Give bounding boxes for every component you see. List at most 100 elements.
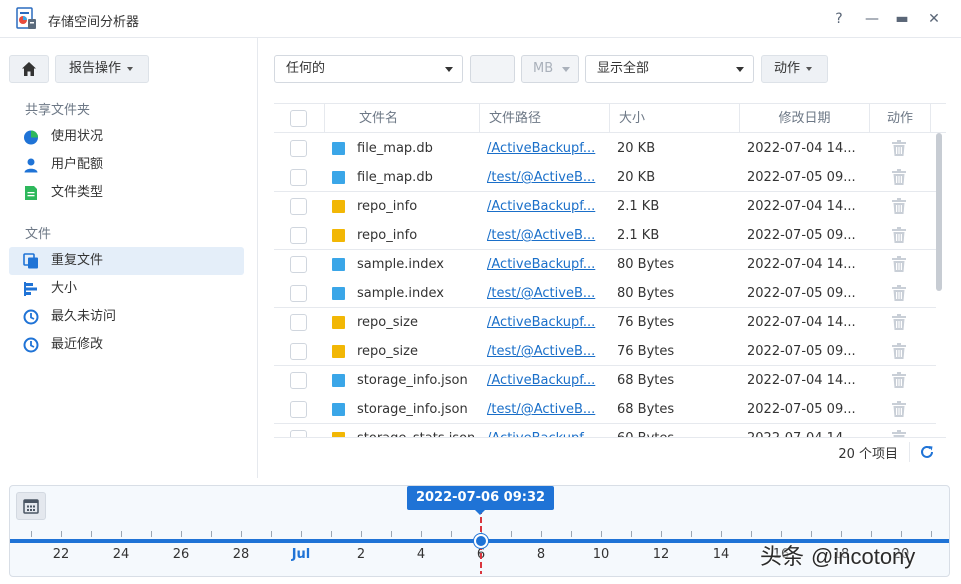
sidebar-item-user-quota[interactable]: 用户配额	[9, 151, 244, 179]
timeline-tick	[721, 531, 722, 537]
row-checkbox[interactable]	[290, 140, 307, 157]
home-icon	[22, 62, 36, 76]
file-path-link[interactable]: /ActiveBackupf...	[487, 250, 602, 279]
display-select[interactable]: 显示全部	[585, 55, 754, 83]
sidebar-item-usage[interactable]: 使用状况	[9, 123, 244, 151]
trash-icon[interactable]	[892, 140, 906, 156]
calendar-button[interactable]	[16, 492, 46, 520]
pie-chart-icon	[24, 130, 38, 145]
table-row[interactable]: repo_info/ActiveBackupf... 2.1 KB 2022-07-…	[274, 192, 936, 221]
trash-icon[interactable]	[892, 314, 906, 330]
display-select-value: 显示全部	[597, 61, 650, 76]
report-actions-button[interactable]: 报告操作	[55, 55, 149, 83]
row-checkbox[interactable]	[290, 430, 307, 437]
modified-date: 2022-07-05 09...	[747, 286, 856, 301]
sidebar-item-duplicate-files[interactable]: 重复文件	[9, 247, 244, 275]
file-name: file_map.db	[357, 141, 433, 156]
timeline-tick	[661, 531, 662, 537]
file-path-link[interactable]: /ActiveBackupf...	[487, 366, 602, 395]
table-row[interactable]: storage_info.json/test/@ActiveB... 68 Byt…	[274, 395, 936, 424]
select-all-checkbox[interactable]	[290, 110, 307, 127]
timeline-tick-label: 4	[416, 547, 426, 562]
table-row[interactable]: repo_size/test/@ActiveB... 76 Bytes 2022-0…	[274, 337, 936, 366]
trash-icon[interactable]	[892, 285, 906, 301]
size-input[interactable]	[470, 55, 515, 83]
file-path-link[interactable]: /test/@ActiveB...	[487, 221, 602, 250]
help-button[interactable]: ?	[829, 9, 849, 29]
trash-icon[interactable]	[892, 256, 906, 272]
row-checkbox[interactable]	[290, 256, 307, 273]
item-count: 20 个项目	[838, 447, 898, 462]
refresh-icon[interactable]	[918, 443, 936, 461]
table-row[interactable]: file_map.db/test/@ActiveB... 20 KB 2022-07…	[274, 163, 936, 192]
row-checkbox[interactable]	[290, 169, 307, 186]
window-title: 存储空间分析器	[48, 15, 140, 30]
minimize-button[interactable]: —	[862, 9, 882, 29]
sidebar-item-least-accessed[interactable]: 最久未访问	[9, 303, 244, 331]
trash-icon[interactable]	[892, 401, 906, 417]
file-name: storage_stats.json	[357, 424, 477, 437]
watermark-handle: @incotony	[811, 544, 916, 569]
row-checkbox[interactable]	[290, 314, 307, 331]
row-checkbox[interactable]	[290, 227, 307, 244]
duplicate-files-table: 文件名 文件路径 大小 修改日期 动作 file_map.db/ActiveBa…	[274, 103, 946, 437]
modified-date: 2022-07-05 09...	[747, 170, 856, 185]
table-scrollbar[interactable]	[936, 133, 942, 291]
file-path-link[interactable]: /ActiveBackupf...	[487, 134, 602, 163]
section-header-files: 文件	[25, 227, 52, 242]
table-row[interactable]: repo_info/test/@ActiveB... 2.1 KB 2022-07-…	[274, 221, 936, 250]
file-path-link[interactable]: /test/@ActiveB...	[487, 279, 602, 308]
file-type-icon	[332, 258, 345, 271]
bar-sizes-icon	[24, 282, 37, 296]
trash-icon[interactable]	[892, 227, 906, 243]
table-row[interactable]: storage_stats.json/ActiveBackupf... 60 By…	[274, 424, 936, 437]
file-name: storage_info.json	[357, 373, 468, 388]
column-header-path[interactable]: 文件路径	[479, 104, 609, 133]
row-checkbox[interactable]	[290, 343, 307, 360]
timeline-tick-label: 8	[536, 547, 546, 562]
file-path-link[interactable]: /ActiveBackupf...	[487, 424, 602, 437]
table-row[interactable]: file_map.db/ActiveBackupf... 20 KB 2022-07…	[274, 134, 936, 163]
table-row[interactable]: storage_info.json/ActiveBackupf... 68 Byt…	[274, 366, 936, 395]
table-row[interactable]: sample.index/test/@ActiveB... 80 Bytes 202…	[274, 279, 936, 308]
file-path-link[interactable]: /test/@ActiveB...	[487, 337, 602, 366]
clock-icon	[23, 309, 39, 325]
maximize-button[interactable]: ▬	[892, 9, 912, 29]
sidebar-item-label: 文件类型	[51, 185, 104, 200]
trash-icon[interactable]	[892, 430, 906, 437]
timeline-tick	[421, 531, 422, 537]
file-path-link[interactable]: /ActiveBackupf...	[487, 308, 602, 337]
row-checkbox[interactable]	[290, 198, 307, 215]
file-name: file_map.db	[357, 170, 433, 185]
close-button[interactable]: ✕	[924, 9, 944, 29]
size-unit-select[interactable]: MB	[521, 55, 579, 83]
sidebar-item-label: 使用状况	[51, 129, 104, 144]
file-path-link[interactable]: /test/@ActiveB...	[487, 163, 602, 192]
sidebar-item-size[interactable]: 大小	[9, 275, 244, 303]
column-header-modified[interactable]: 修改日期	[739, 104, 869, 133]
home-button[interactable]	[9, 55, 49, 83]
trash-icon[interactable]	[892, 343, 906, 359]
table-row[interactable]: sample.index/ActiveBackupf... 80 Bytes 202…	[274, 250, 936, 279]
row-checkbox[interactable]	[290, 372, 307, 389]
timeline-tick	[601, 531, 602, 537]
sidebar-item-file-types[interactable]: 文件类型	[9, 179, 244, 207]
action-button[interactable]: 动作	[761, 55, 828, 83]
filter-select[interactable]: 任何的	[274, 55, 463, 83]
trash-icon[interactable]	[892, 372, 906, 388]
trash-icon[interactable]	[892, 169, 906, 185]
column-header-size[interactable]: 大小	[609, 104, 739, 133]
timeline-tick	[331, 531, 332, 537]
file-size: 76 Bytes	[617, 344, 675, 359]
row-checkbox[interactable]	[290, 285, 307, 302]
report-actions-label: 报告操作	[69, 61, 122, 76]
file-path-link[interactable]: /ActiveBackupf...	[487, 192, 602, 221]
timeline-marker-handle[interactable]	[474, 534, 488, 548]
column-header-name[interactable]: 文件名	[324, 104, 480, 133]
table-row[interactable]: repo_size/ActiveBackupf... 76 Bytes 2022-0…	[274, 308, 936, 337]
trash-icon[interactable]	[892, 198, 906, 214]
sidebar-item-recently-modified[interactable]: 最近修改	[9, 331, 244, 359]
file-path-link[interactable]: /test/@ActiveB...	[487, 395, 602, 424]
file-type-icon	[332, 316, 345, 329]
row-checkbox[interactable]	[290, 401, 307, 418]
